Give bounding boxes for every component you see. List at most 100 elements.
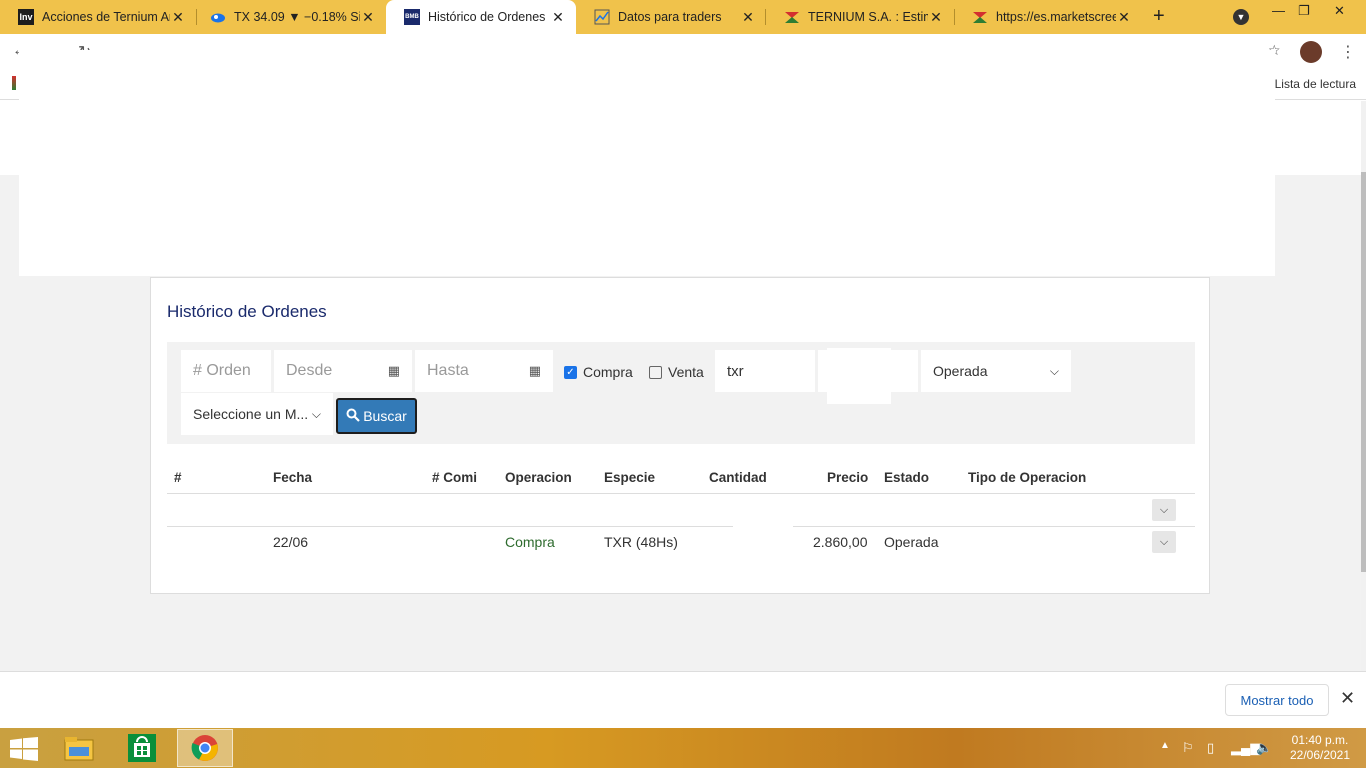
row-estado: Operada xyxy=(884,534,939,550)
page-title: Histórico de Ordenes xyxy=(167,302,327,321)
col-tipo: Tipo de Operacion xyxy=(968,470,1087,485)
scrollbar-thumb[interactable] xyxy=(1361,172,1366,572)
close-icon[interactable]: ✕ xyxy=(1116,9,1132,26)
table-header: # Fecha # Comi Operacion Especie Cantida… xyxy=(167,470,1195,494)
tab-title: TERNIUM S.A. : Estimac xyxy=(808,10,928,24)
estado-select[interactable]: Operada ⌵ xyxy=(921,350,1071,392)
battery-icon[interactable]: ▯ xyxy=(1207,740,1214,756)
filters-panel: # Orden Desde ▦ Hasta ▦ ✓ Compra Venta t… xyxy=(167,342,1195,444)
avatar[interactable] xyxy=(1300,41,1322,63)
tab-search-icon[interactable]: ▼ xyxy=(1233,9,1249,25)
flag-icon[interactable]: ⚐ xyxy=(1182,740,1194,756)
apps-icon[interactable] xyxy=(12,76,16,90)
desde-placeholder: Desde xyxy=(286,362,333,379)
menu-icon[interactable]: ⋮ xyxy=(1340,42,1356,62)
buscar-label: Buscar xyxy=(363,408,407,424)
close-icon[interactable]: ✕ xyxy=(550,9,566,26)
tab-title: Histórico de Ordenes | B xyxy=(428,10,550,24)
orden-input[interactable]: # Orden xyxy=(181,350,271,392)
close-icon[interactable]: ✕ xyxy=(170,9,186,26)
col-precio: Precio xyxy=(827,470,869,485)
browser-tab-active[interactable]: BMB Histórico de Ordenes | B ✕ xyxy=(386,0,576,34)
autocomplete-popup xyxy=(827,348,891,404)
restore-icon[interactable]: ❐ xyxy=(1298,3,1310,19)
checkbox-unchecked-icon[interactable] xyxy=(649,365,662,379)
clock-time: 01:40 p.m. xyxy=(1291,733,1349,747)
calendar-icon[interactable]: ▦ xyxy=(529,363,541,379)
browser-tab[interactable]: TX 34.09 ▼ −0.18% Sin ✕ xyxy=(192,0,386,34)
mercado-value: Seleccione un M... xyxy=(193,406,309,422)
row-divider xyxy=(793,526,1195,527)
browser-tab[interactable]: TERNIUM S.A. : Estimac ✕ xyxy=(766,0,954,34)
row-fecha: 22/06 xyxy=(273,534,309,550)
investing-favicon-icon: Inv xyxy=(18,9,34,25)
taskbar-clock[interactable]: 01:40 p.m. 22/06/2021 xyxy=(1280,733,1360,763)
file-explorer-icon[interactable] xyxy=(51,729,107,767)
tab-title: Datos para traders xyxy=(618,10,722,24)
tab-title: Acciones de Ternium Ar xyxy=(42,10,170,24)
col-especie: Especie xyxy=(604,470,656,485)
expand-chevron-icon[interactable]: ⌵ xyxy=(1152,499,1176,521)
reading-list[interactable]: Lista de lectura xyxy=(1275,77,1356,91)
tab-strip: Inv Acciones de Ternium Ar ✕ TX 34.09 ▼ … xyxy=(0,0,1366,34)
browser-tab[interactable]: Inv Acciones de Ternium Ar ✕ xyxy=(0,0,196,34)
venta-checkbox[interactable]: Venta xyxy=(649,364,704,380)
tab-title: https://es.marketscreen xyxy=(996,10,1116,24)
checkbox-checked-icon[interactable]: ✓ xyxy=(564,365,577,379)
row-especie: TXR (48Hs) xyxy=(604,534,678,550)
col-num: # xyxy=(174,470,182,485)
new-tab-button[interactable]: + xyxy=(1153,5,1165,28)
overlay-panel xyxy=(19,50,1275,276)
col-fecha: Fecha xyxy=(273,470,313,485)
minimize-icon[interactable]: — xyxy=(1272,3,1285,18)
close-icon[interactable]: ✕ xyxy=(360,9,376,26)
col-comi: # Comi xyxy=(432,470,478,485)
close-icon[interactable]: ✕ xyxy=(1340,688,1355,709)
browser-tab[interactable]: https://es.marketscreen ✕ xyxy=(954,0,1142,34)
cloud-icon xyxy=(210,9,226,25)
especie-input[interactable]: txr xyxy=(715,350,815,392)
table-row-empty: ⌵ xyxy=(167,494,1195,527)
marketscreener-icon xyxy=(784,9,800,25)
chevron-down-icon: ⌵ xyxy=(311,406,321,421)
tab-title: TX 34.09 ▼ −0.18% Sin xyxy=(234,10,360,24)
orders-card: Histórico de Ordenes # Orden Desde ▦ Has… xyxy=(150,277,1210,594)
windows-start-icon[interactable] xyxy=(10,737,38,761)
orden-placeholder: # Orden xyxy=(193,362,251,379)
download-bar: Mostrar todo ✕ xyxy=(0,671,1366,728)
buscar-button[interactable]: Buscar xyxy=(336,398,417,434)
col-estado: Estado xyxy=(884,470,930,485)
show-all-button[interactable]: Mostrar todo xyxy=(1225,684,1329,716)
chart-icon xyxy=(594,9,610,25)
calendar-icon[interactable]: ▦ xyxy=(388,363,400,379)
bmb-favicon-icon: BMB xyxy=(404,9,420,25)
row-precio: 2.860,00 xyxy=(813,534,868,550)
marketscreener-icon xyxy=(972,9,988,25)
col-operacion: Operacion xyxy=(505,470,572,485)
compra-label: Compra xyxy=(583,364,633,380)
especie-value: txr xyxy=(727,362,744,380)
hasta-placeholder: Hasta xyxy=(427,362,469,379)
close-icon[interactable]: ✕ xyxy=(740,9,756,26)
desde-date-input[interactable]: Desde ▦ xyxy=(274,350,412,392)
compra-checkbox[interactable]: ✓ Compra xyxy=(564,364,633,380)
hasta-date-input[interactable]: Hasta ▦ xyxy=(415,350,553,392)
tray-expand-icon[interactable]: ▲ xyxy=(1160,740,1170,751)
mercado-select[interactable]: Seleccione un M... ⌵ xyxy=(181,393,333,435)
browser-tab[interactable]: Datos para traders ✕ xyxy=(576,0,766,34)
window-close-icon[interactable]: ✕ xyxy=(1334,3,1345,19)
row-divider xyxy=(167,526,733,527)
venta-label: Venta xyxy=(668,364,704,380)
volume-icon[interactable]: 🔈 xyxy=(1256,740,1272,756)
estado-value: Operada xyxy=(933,363,988,379)
search-icon xyxy=(346,408,360,425)
close-icon[interactable]: ✕ xyxy=(928,9,944,26)
row-operacion: Compra xyxy=(505,534,555,550)
windows-taskbar: ▲ ⚐ ▯ ▂▄▆ 🔈 01:40 p.m. 22/06/2021 xyxy=(0,728,1366,768)
chevron-down-icon: ⌵ xyxy=(1049,363,1059,378)
col-cantidad: Cantidad xyxy=(709,470,767,485)
store-icon[interactable] xyxy=(114,729,170,767)
clock-date: 22/06/2021 xyxy=(1289,748,1351,762)
chrome-taskbar-icon[interactable] xyxy=(177,729,233,767)
expand-chevron-icon[interactable]: ⌵ xyxy=(1152,531,1176,553)
